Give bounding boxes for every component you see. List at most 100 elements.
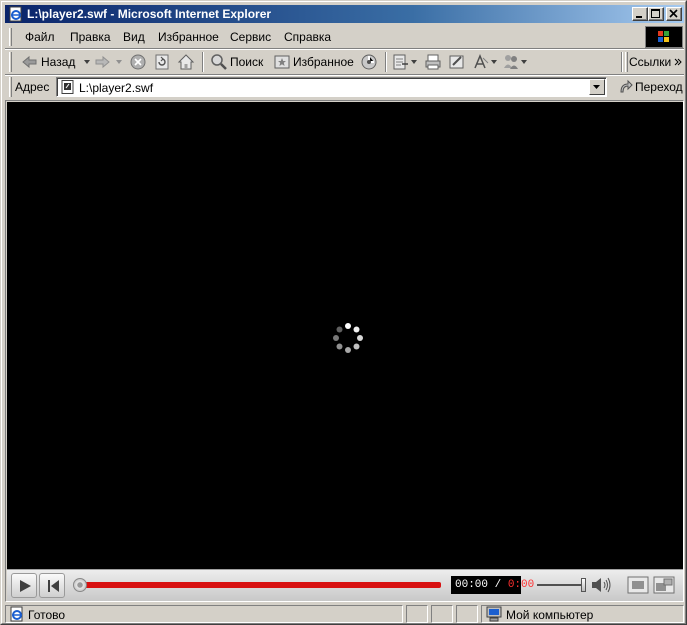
- play-button[interactable]: [11, 573, 37, 598]
- time-display: 00:00 / 0:00: [451, 576, 534, 594]
- current-time: 00:00 /: [455, 579, 502, 591]
- chevron-down-icon: [491, 60, 497, 64]
- address-value: L:\player2.swf: [79, 81, 154, 95]
- stop-icon: [130, 54, 146, 70]
- media-icon: [361, 54, 377, 70]
- search-icon: [211, 54, 227, 70]
- loading-spinner-icon: [333, 323, 363, 353]
- forward-button[interactable]: [93, 52, 125, 72]
- address-label: Адрес: [15, 80, 50, 94]
- go-arrow-icon: [620, 79, 633, 93]
- flash-player[interactable]: 00:00 / 0:00: [7, 102, 683, 601]
- double-chevron-icon: [674, 58, 682, 66]
- font-icon: [474, 54, 489, 69]
- address-bar: Адрес L:\player2.swf Переход: [5, 76, 684, 98]
- menu-tools[interactable]: Сервис: [230, 30, 271, 44]
- links-button[interactable]: Ссылки: [629, 52, 682, 72]
- chevron-down-icon: [116, 60, 122, 64]
- go-label: Переход: [635, 80, 683, 94]
- standard-toolbar: Назад Поиск Избранное Ссылки: [5, 50, 684, 74]
- progress-knob[interactable]: [73, 578, 87, 592]
- toolbar-separator: [202, 52, 204, 72]
- status-text: Готово: [28, 608, 66, 622]
- print-button[interactable]: [424, 52, 442, 72]
- menu-grip[interactable]: [9, 28, 12, 46]
- speaker-icon[interactable]: [591, 577, 613, 593]
- volume-control[interactable]: [535, 576, 613, 594]
- normal-size-icon[interactable]: [627, 575, 649, 595]
- home-icon: [177, 54, 195, 70]
- messenger-icon: [504, 55, 518, 69]
- media-button[interactable]: [360, 52, 378, 72]
- links-label: Ссылки: [629, 55, 672, 69]
- menu-edit[interactable]: Правка: [70, 30, 111, 44]
- title-bar[interactable]: L:\player2.swf - Microsoft Internet Expl…: [5, 5, 684, 23]
- ie-page-icon: [9, 6, 22, 22]
- menu-view[interactable]: Вид: [123, 30, 145, 44]
- status-panel-main: Готово: [5, 605, 403, 623]
- computer-icon: [486, 606, 502, 622]
- status-panel-zone: Мой компьютер: [481, 605, 684, 623]
- search-button[interactable]: Поиск: [210, 52, 263, 72]
- address-grip[interactable]: [9, 77, 12, 97]
- player-controls: 00:00 / 0:00: [7, 569, 683, 601]
- menu-favorites[interactable]: Избранное: [158, 30, 219, 44]
- edit-icon: [449, 55, 464, 69]
- home-button[interactable]: [177, 52, 195, 72]
- edit-button[interactable]: [448, 52, 466, 72]
- content-frame: 00:00 / 0:00: [5, 100, 684, 602]
- browser-window: L:\player2.swf - Microsoft Internet Expl…: [0, 0, 687, 625]
- minimize-icon: [636, 16, 642, 18]
- search-label: Поиск: [230, 55, 264, 69]
- close-icon: [669, 9, 678, 18]
- favorites-label: Избранное: [293, 55, 354, 69]
- stop-button[interactable]: [129, 52, 147, 72]
- links-grip[interactable]: [625, 52, 628, 72]
- play-icon: [20, 580, 31, 592]
- close-button[interactable]: [666, 7, 682, 21]
- fullscreen-icon[interactable]: [653, 575, 675, 595]
- toolbar-grip[interactable]: [9, 52, 12, 72]
- chevron-down-icon: [411, 60, 417, 64]
- maximize-icon: [651, 9, 660, 18]
- back-label: Назад: [41, 55, 76, 69]
- print-icon: [425, 54, 441, 70]
- progress-bar[interactable]: [73, 578, 441, 592]
- refresh-icon: [155, 54, 169, 70]
- favorites-button[interactable]: Избранное: [273, 52, 354, 72]
- chevron-down-icon: [521, 60, 527, 64]
- history-button[interactable]: [392, 52, 418, 72]
- status-bar: Готово Мой компьютер: [5, 604, 684, 624]
- maximize-button[interactable]: [648, 7, 664, 21]
- windows-logo: [645, 26, 683, 48]
- volume-track: [537, 584, 583, 586]
- flash-file-icon: [61, 80, 74, 94]
- windows-flag-icon: [658, 31, 669, 42]
- rewind-button[interactable]: [39, 573, 65, 598]
- status-panel-progress: [406, 605, 428, 623]
- back-button[interactable]: Назад: [21, 52, 93, 72]
- minimize-button[interactable]: [632, 7, 648, 21]
- security-zone: Мой компьютер: [506, 608, 594, 622]
- address-input[interactable]: L:\player2.swf: [56, 77, 607, 97]
- messenger-button[interactable]: [502, 52, 528, 72]
- window-title: L:\player2.swf - Microsoft Internet Expl…: [27, 7, 272, 21]
- history-icon: [393, 54, 408, 70]
- chevron-down-icon: [84, 60, 91, 64]
- forward-arrow-icon: [95, 55, 110, 69]
- status-panel-blocker: [456, 605, 478, 623]
- menu-help[interactable]: Справка: [284, 30, 331, 44]
- address-dropdown-button[interactable]: [589, 79, 605, 95]
- refresh-button[interactable]: [153, 52, 171, 72]
- total-time: 0:00: [507, 579, 535, 591]
- ie-status-icon: [10, 606, 23, 622]
- font-button[interactable]: [472, 52, 498, 72]
- menu-file[interactable]: Файл: [25, 30, 55, 44]
- skip-back-icon: [48, 580, 59, 592]
- volume-knob[interactable]: [581, 578, 586, 592]
- toolbar-separator: [385, 52, 387, 72]
- status-panel-lock: [431, 605, 453, 623]
- chevron-down-icon: [593, 85, 600, 89]
- go-button[interactable]: Переход: [617, 78, 683, 96]
- menu-bar: Файл Правка Вид Избранное Сервис Справка: [5, 25, 684, 48]
